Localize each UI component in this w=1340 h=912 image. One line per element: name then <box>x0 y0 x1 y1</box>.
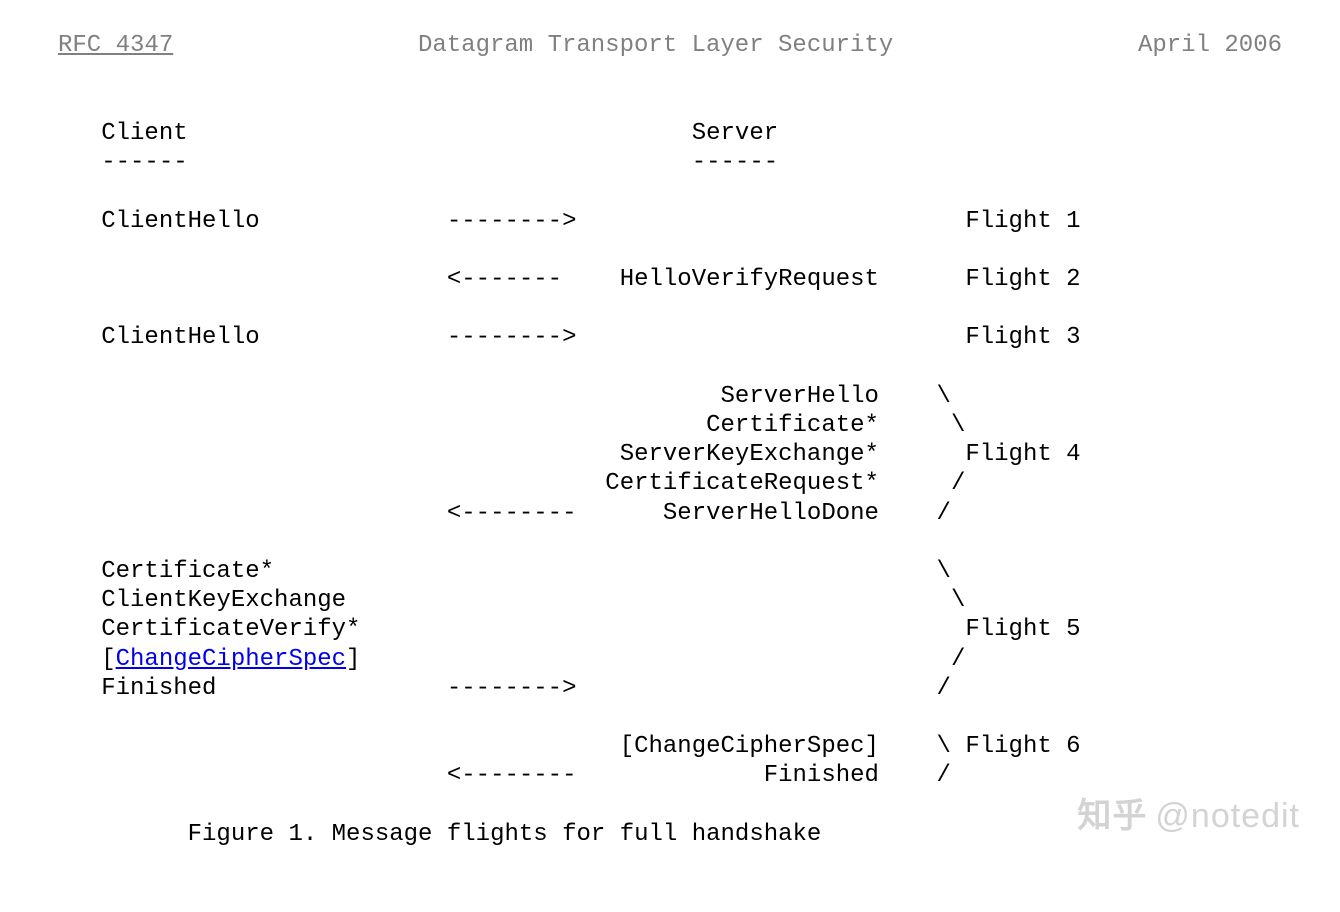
diagram-line: ClientHello --------> Flight 3 <box>58 324 1081 351</box>
document-page: RFC 4347 Datagram Transport Layer Securi… <box>0 0 1340 849</box>
diagram-line: <------- HelloVerifyRequest Flight 2 <box>58 266 1081 293</box>
diagram-line: ClientKeyExchange \ <box>58 587 965 614</box>
changecipherspec-link[interactable]: ChangeCipherSpec <box>116 646 346 673</box>
diagram-line: ServerKeyExchange* Flight 4 <box>58 441 1081 468</box>
diagram-line: Certificate* \ <box>58 412 965 439</box>
diagram-line: CertificateVerify* Flight 5 <box>58 616 1081 643</box>
figure-caption: Figure 1. Message flights for full hands… <box>58 821 821 848</box>
page-header: RFC 4347 Datagram Transport Layer Securi… <box>58 32 1282 59</box>
diagram-line: [ChangeCipherSpec] \ Flight 6 <box>58 733 1081 760</box>
diagram-line: Certificate* \ <box>58 558 951 585</box>
diagram-line: ServerHello \ <box>58 383 951 410</box>
diagram-line: ClientHello --------> Flight 1 <box>58 208 1081 235</box>
diagram-line: ------ ------ <box>58 149 778 176</box>
diagram-line: <-------- Finished / <box>58 762 951 789</box>
diagram-line: [ <box>58 646 116 673</box>
doc-date: April 2006 <box>1138 32 1282 59</box>
diagram-line: Finished --------> / <box>58 675 951 702</box>
rfc-link[interactable]: RFC 4347 <box>58 32 173 59</box>
doc-title: Datagram Transport Layer Security <box>418 32 893 59</box>
diagram-line: CertificateRequest* / <box>58 470 965 497</box>
handshake-diagram: Client Server ------ ------ ClientHello … <box>58 119 1282 849</box>
diagram-line: ] / <box>346 646 965 673</box>
diagram-line: Client Server <box>58 120 778 147</box>
diagram-line: <-------- ServerHelloDone / <box>58 500 951 527</box>
